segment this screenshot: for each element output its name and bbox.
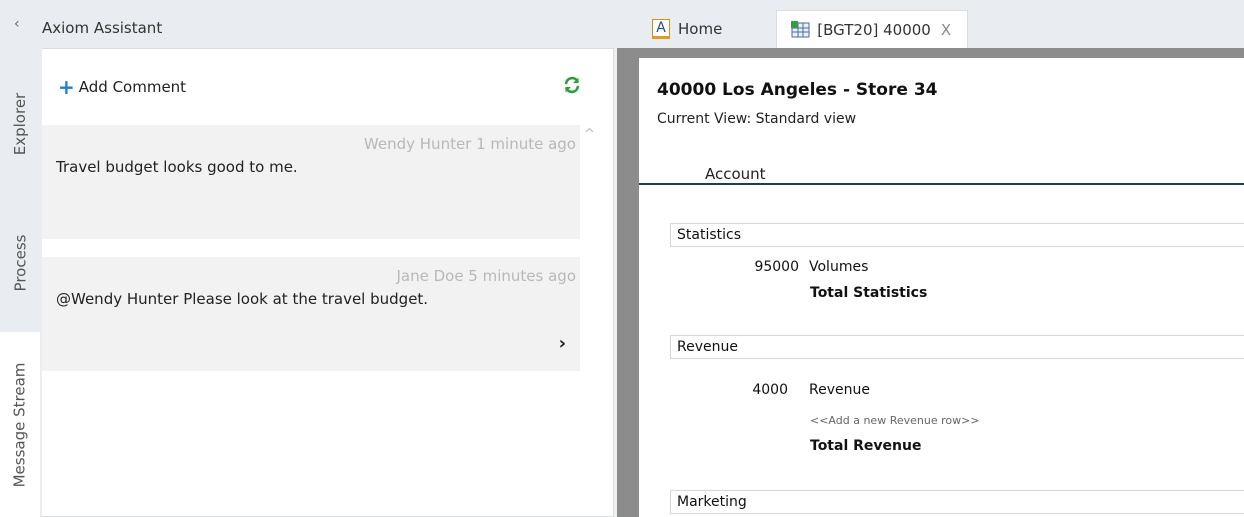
column-header-account: Account — [705, 165, 766, 183]
collapse-assistant-button[interactable]: ‹ — [14, 16, 20, 32]
add-comment-label: Add Comment — [78, 78, 187, 96]
document-title: 40000 Los Angeles - Store 34 — [657, 80, 938, 100]
tab-home-label: Home — [678, 20, 723, 38]
section-header-marketing: Marketing — [670, 490, 1244, 514]
close-tab-icon[interactable]: X — [941, 21, 951, 39]
section-header-revenue: Revenue — [670, 335, 1244, 359]
axiom-a-icon: A — [652, 19, 670, 39]
message-item[interactable]: Jane Doe 5 minutes ago @Wendy Hunter Ple… — [42, 257, 580, 371]
side-tab-explorer[interactable]: Explorer — [0, 54, 40, 194]
document-tabs: A Home [BGT20] 40000 X — [618, 10, 969, 48]
section-name: Statistics — [677, 227, 741, 243]
top-bar: ‹ Axiom Assistant A Home [BGT20] 40000 X — [0, 0, 1244, 48]
plus-icon: + — [58, 75, 75, 99]
row-account-number[interactable]: 95000 — [699, 259, 799, 275]
document-frame: 40000 Los Angeles - Store 34 Current Vie… — [617, 48, 1244, 517]
section-name: Revenue — [677, 339, 738, 355]
total-revenue-label: Total Revenue — [810, 438, 922, 454]
section-header-statistics: Statistics — [670, 223, 1244, 247]
side-tab-process-label: Process — [11, 234, 29, 292]
tab-bgt20-40000[interactable]: [BGT20] 40000 X — [776, 10, 969, 48]
row-account-label[interactable]: Revenue — [809, 382, 870, 398]
message-author-time: Jane Doe 5 minutes ago — [396, 267, 576, 285]
chevron-right-icon[interactable]: › — [559, 333, 566, 354]
side-tab-message-stream-label: Message Stream — [10, 362, 29, 487]
tab-home[interactable]: A Home — [618, 10, 777, 48]
add-revenue-row-link[interactable]: <<Add a new Revenue row>> — [810, 414, 980, 427]
side-tab-strip: Explorer Process Message Stream — [0, 48, 42, 517]
refresh-icon[interactable] — [562, 75, 582, 95]
total-statistics-label: Total Statistics — [810, 285, 928, 301]
message-text: Travel budget looks good to me. — [56, 158, 298, 176]
side-tab-message-stream[interactable]: Message Stream — [0, 332, 40, 517]
spreadsheet-icon — [791, 20, 811, 39]
row-account-number[interactable]: 4000 — [688, 382, 788, 398]
side-tab-process[interactable]: Process — [0, 198, 40, 328]
document-header: 40000 Los Angeles - Store 34 Current Vie… — [639, 58, 1244, 185]
message-text: @Wendy Hunter Please look at the travel … — [56, 290, 429, 308]
row-account-label[interactable]: Volumes — [809, 259, 868, 275]
assistant-title: Axiom Assistant — [42, 19, 163, 37]
current-view-label: Current View: Standard view — [657, 111, 857, 127]
scroll-up-icon[interactable]: ^ — [584, 127, 595, 142]
message-item[interactable]: Wendy Hunter 1 minute ago Travel budget … — [42, 125, 580, 239]
add-comment-button[interactable]: + Add Comment — [58, 77, 186, 97]
side-tab-explorer-label: Explorer — [11, 92, 29, 156]
message-author-time: Wendy Hunter 1 minute ago — [363, 135, 576, 153]
section-name: Marketing — [677, 494, 747, 510]
document-page: 40000 Los Angeles - Store 34 Current Vie… — [639, 58, 1244, 517]
message-stream-panel: + Add Comment Wendy Hunter 1 minute ago … — [42, 48, 614, 517]
tab-doc-label: [BGT20] 40000 — [817, 20, 931, 39]
